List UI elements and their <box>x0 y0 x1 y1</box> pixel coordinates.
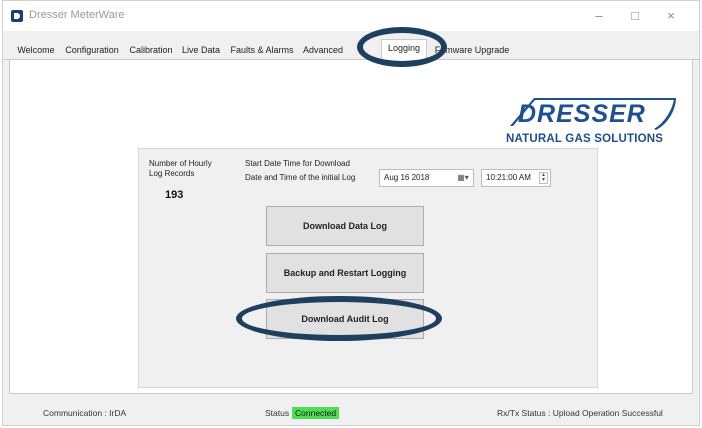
download-audit-log-button[interactable]: Download Audit Log <box>266 299 424 339</box>
start-datetime-label: Start Date Time for Download <box>245 159 350 168</box>
calendar-icon[interactable]: ▦▾ <box>455 172 471 184</box>
records-label-line1: Number of Hourly <box>149 159 212 168</box>
app-window: Dresser MeterWare – □ × Welcome Configur… <box>2 0 700 426</box>
logging-group: Number of Hourly Log Records 193 Start D… <box>138 148 598 388</box>
tab-advanced[interactable]: Advanced <box>299 42 347 60</box>
rxtx-status: Rx/Tx Status : Upload Operation Successf… <box>497 408 663 418</box>
status-label: Status <box>265 408 290 418</box>
time-picker[interactable]: 10:21:00 AM ▴ ▾ <box>481 169 551 187</box>
time-spinner-icon[interactable]: ▴ ▾ <box>539 172 548 184</box>
tab-calibration[interactable]: Calibration <box>127 42 175 60</box>
logging-panel: DRESSER NATURAL GAS SOLUTIONS Number of … <box>9 60 693 394</box>
tab-live-data[interactable]: Live Data <box>179 42 223 60</box>
tab-logging[interactable]: Logging <box>381 39 427 61</box>
status-bar: Communication : IrDA Status Connected Rx… <box>3 403 699 423</box>
hourly-records-box: Number of Hourly Log Records 193 <box>149 159 226 208</box>
date-value: Aug 16 2018 <box>384 173 430 182</box>
backup-restart-logging-button[interactable]: Backup and Restart Logging <box>266 253 424 293</box>
records-count: 193 <box>165 189 184 201</box>
initial-log-label: Date and Time of the initial Log <box>245 173 356 182</box>
tab-faults-alarms[interactable]: Faults & Alarms <box>228 42 296 60</box>
close-button[interactable]: × <box>653 5 689 27</box>
title-bar: Dresser MeterWare – □ × <box>3 1 699 31</box>
connection-status-badge: Connected <box>292 407 340 419</box>
logo-wordmark: DRESSER <box>518 100 646 128</box>
maximize-button[interactable]: □ <box>617 5 653 27</box>
date-picker[interactable]: Aug 16 2018 ▦▾ <box>379 169 474 187</box>
window-title: Dresser MeterWare <box>29 9 125 21</box>
dresser-logo: DRESSER NATURAL GAS SOLUTIONS <box>504 93 678 153</box>
communication-status: Communication : IrDA <box>43 408 127 418</box>
minimize-button[interactable]: – <box>581 5 617 27</box>
app-logo-icon <box>11 10 23 22</box>
records-label-line2: Log Records <box>149 169 195 178</box>
tab-configuration[interactable]: Configuration <box>61 42 123 60</box>
logo-tagline: NATURAL GAS SOLUTIONS <box>506 133 664 145</box>
tab-firmware-upgrade[interactable]: Firmware Upgrade <box>433 42 511 60</box>
tab-welcome[interactable]: Welcome <box>15 42 57 60</box>
download-data-log-button[interactable]: Download Data Log <box>266 206 424 246</box>
time-value: 10:21:00 AM <box>486 173 531 182</box>
tab-strip: Welcome Configuration Calibration Live D… <box>3 39 699 61</box>
